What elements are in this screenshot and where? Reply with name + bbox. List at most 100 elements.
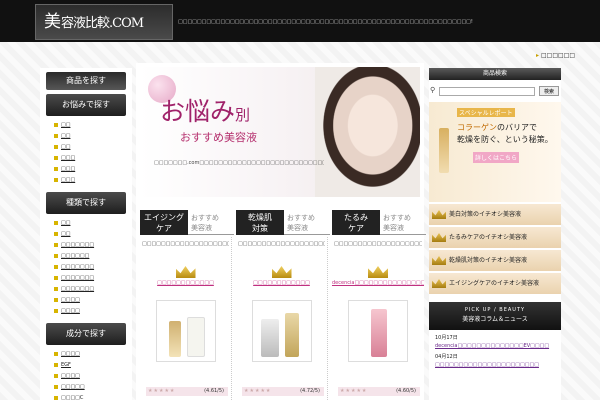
hero-title-sub: 別 [235,106,251,124]
hero-title-main: お悩み [160,97,236,126]
site-logo[interactable]: 美容液比較.COM [35,4,173,40]
pick-links: 美白対策のイチオシ美容液 たるみケアのイチオシ美容液 乾燥肌対策のイチオシ美容液エイ… [429,204,561,294]
rating-score: (4.60/5) [396,388,416,394]
sidebar-link[interactable]: □□ [54,218,132,229]
hero-title: お悩み別 [160,92,250,128]
sidebar-title: 商品を探す [46,72,126,90]
star-icons: ★★★★★ [244,388,272,394]
hero-subtitle: おすすめ美容液 [180,131,257,144]
product-image[interactable] [348,300,408,362]
news-list: 10月17日 decencia□□□□□□□□□□□□□□EV□□□□ 04月12日… [429,334,561,368]
sidebar-link[interactable]: □□□□ [54,349,132,360]
tab-dry-sub: おすすめ 美容液 [287,214,315,232]
special-report-banner[interactable]: スペシャルレポート コラーゲンのバリアで 乾燥を防ぐ、という秘策。 詳しくはこちら [429,102,561,202]
sidebar-link[interactable]: □□□□□□□ [54,262,132,273]
pick-link-label: 乾燥肌対策のイチオシ美容液 [449,257,528,264]
pick-link[interactable]: たるみケアのイチオシ美容液 [429,227,561,248]
column-desc: □□□□□□□□□□□□□□□□□□□□□□□□□□□□□□□□□□□□□□ [334,241,422,247]
sidebar-link[interactable]: □□□□□ [54,382,132,393]
sidebar-link[interactable]: □□□□□□□ [54,284,132,295]
news-link[interactable]: □□□□□□□□□□□□□□□□□□□□□□ [435,362,561,368]
product-image[interactable] [251,300,312,362]
product-link[interactable]: □□□□□□□□□□□□ [140,280,231,294]
pick-link-label: たるみケアのイチオシ美容液 [449,234,528,241]
sidebar-link[interactable]: EGF [54,360,132,371]
sidebar-link[interactable]: □□ [54,131,132,142]
crown-icon [432,233,446,242]
search-button[interactable]: 検索 [539,86,559,96]
logo-text: 比較.COM [85,16,144,31]
tab-dry-label: 乾燥肌 対策 [236,210,284,235]
sidebar-link[interactable]: □□ [54,120,132,131]
special-tag: スペシャルレポート [457,108,515,117]
tab-sagging[interactable]: たるみ ケア おすすめ 美容液 [332,210,426,235]
pick-link-label: 美白対策のイチオシ美容液 [449,211,522,218]
left-sidebar: 商品を探す お悩みで探す □□ □□ □□ □□□ □□□ □□□ 種類で探す □□ □□ □… [40,68,132,400]
sidebar-section-concern: お悩みで探す [46,94,126,116]
search-title: 商品検索 [429,68,561,80]
product-link[interactable]: □□□□□□□□□□□□ [236,280,327,294]
sidebar-link[interactable]: □□□□□□□ [54,240,132,251]
product-image[interactable] [155,300,216,362]
hero-description: □□□□□□□.com□□□□□□□□□□□□□□□□□□□□□□□□□□□□□… [154,160,324,166]
sidebar-link[interactable]: □□□□C [54,393,132,400]
concern-list: □□ □□ □□ □□□ □□□ □□□ [54,120,132,186]
search-icon: ⚲ [430,86,436,94]
sidebar-link[interactable]: □□□ [54,164,132,175]
pick-link-label: エイジングケアのイチオシ美容液 [449,280,540,287]
sidebar-link[interactable]: □□ [54,229,132,240]
crown-icon [432,210,446,219]
column-news-header: PICK UP / BEAUTY 美容液コラム＆ニュース [429,302,561,330]
tab-aging-sub: おすすめ 美容液 [191,214,219,232]
serum-bottle-image [439,128,449,173]
search-input[interactable] [439,87,535,96]
rating-score: (4.72/5) [300,388,320,394]
sidebar-section-type: 種類で探す [46,192,126,214]
pick-link[interactable]: 美白対策のイチオシ美容液 [429,204,561,225]
tab-sagging-sub: おすすめ 美容液 [383,214,411,232]
product-link[interactable]: decencia□□□□□□□□□□□□□□□EV□□□□□ [332,280,424,294]
product-column-aging: □□□□□□□□□□□□□□□□□□□□□□□□□□□□□□□□□□□□□□ □… [140,237,232,400]
sidebar-link[interactable]: □□ [54,142,132,153]
crown-icon [175,266,196,278]
rating-bar: ★★★★★ (4.72/5) [242,387,324,396]
crown-icon [432,256,446,265]
sidebar-link[interactable]: □□□□□□ [54,251,132,262]
sidebar-link[interactable]: □□□□ [54,295,132,306]
sidebar-link[interactable]: □□□□□□□ [54,273,132,284]
rating-bar: ★★★★★ (4.60/5) [338,387,420,396]
crown-icon [271,266,292,278]
news-link[interactable]: decencia□□□□□□□□□□□□□□EV□□□□ [435,343,561,349]
main-content: お悩み別 おすすめ美容液 □□□□□□□.com□□□□□□□□□□□□□□□□… [136,63,426,400]
column-desc: □□□□□□□□□□□□□□□□□□□□□□□□□□□□□□□□□□□□□□ [142,241,229,247]
tab-aging[interactable]: エイジング ケア おすすめ 美容液 [140,210,234,235]
pick-link[interactable]: 乾燥肌対策のイチオシ美容液 [429,250,561,271]
rating-bar: ★★★★★ (4.61/5) [146,387,228,396]
news-date: 04月12日 [435,354,458,360]
header-tagline: □□□□□□□□□□□□□□□□□□□□□□□□□□□□□□□□□□□□□□□□… [178,19,473,25]
hero-banner: お悩み別 おすすめ美容液 □□□□□□□.com□□□□□□□□□□□□□□□□… [140,67,420,197]
column-desc: □□□□□□□□□□□□□□□□□□□□□□□□□□□□□□□□□□□□□□ [238,241,325,247]
column-pickup: PICK UP / BEAUTY [464,307,526,313]
tab-sagging-label: たるみ ケア [332,210,380,235]
pick-link[interactable]: エイジングケアのイチオシ美容液 [429,273,561,294]
sidebar-section-ingredient: 成分で探す [46,323,126,345]
type-list: □□ □□ □□□□□□□ □□□□□□ □□□□□□□ □□□□□□□ □□□□□□□ □□… [54,218,132,317]
sidebar-link[interactable]: □□□ [54,153,132,164]
details-button[interactable]: 詳しくはこちら [473,152,520,163]
right-sidebar: 商品検索 ⚲ 検索 スペシャルレポート コラーゲンのバリアで 乾燥を防ぐ、という秘… [429,68,561,400]
sidebar-link[interactable]: □□□ [54,175,132,186]
rating-score: (4.61/5) [204,388,224,394]
sidebar-link[interactable]: □□□□ [54,371,132,382]
sitemap-link[interactable]: □□□□□□ [536,52,575,59]
product-column-sagging: □□□□□□□□□□□□□□□□□□□□□□□□□□□□□□□□□□□□□□ d… [332,237,424,400]
ingredient-list: □□□□EGF□□□□□□□□□□□□□C□□□□ [54,349,132,400]
search-box: ⚲ 検索 [429,84,561,100]
star-icons: ★★★★★ [340,388,368,394]
star-icons: ★★★★★ [148,388,176,394]
crown-icon [432,279,446,288]
sidebar-link[interactable]: □□□□ [54,306,132,317]
site-header: 美容液比較.COM □□□□□□□□□□□□□□□□□□□□□□□□□□□□□□… [0,0,600,42]
tab-dry-skin[interactable]: 乾燥肌 対策 おすすめ 美容液 [236,210,330,235]
logo-char2: 容液 [61,16,86,31]
